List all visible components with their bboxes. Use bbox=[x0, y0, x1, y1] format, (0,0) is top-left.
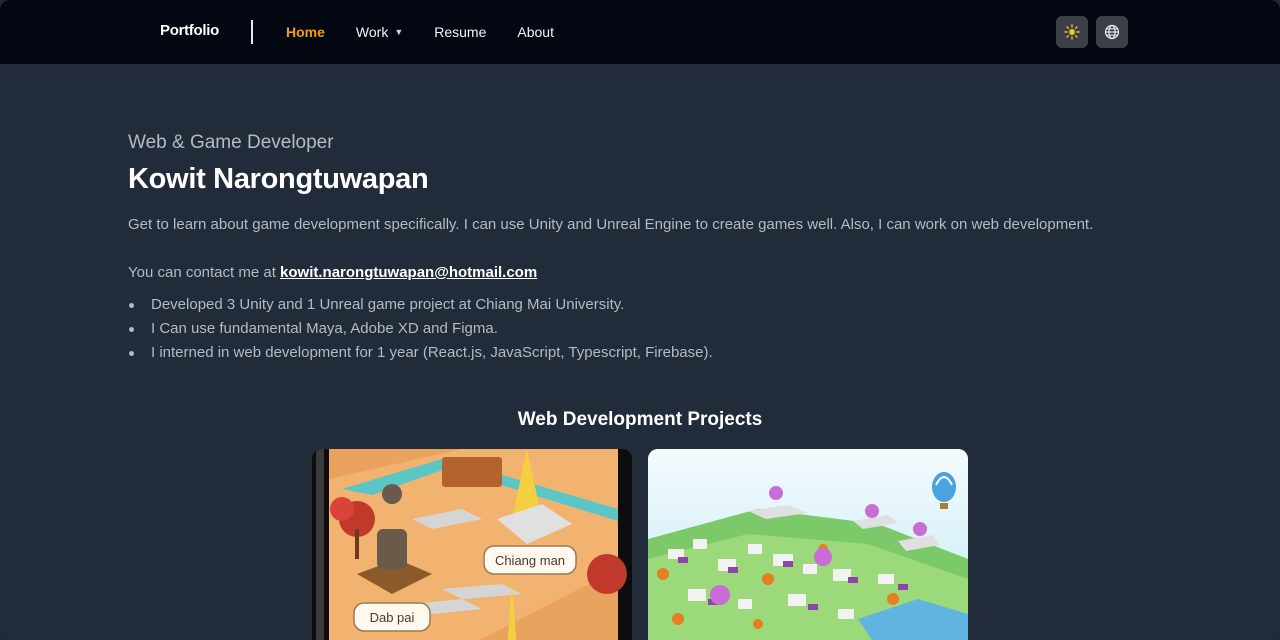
list-item: I Can use fundamental Maya, Adobe XD and… bbox=[128, 320, 713, 344]
project-thumbnail-1: Chiang man Dab pai bbox=[312, 449, 632, 640]
projects-title: Web Development Projects bbox=[517, 409, 763, 430]
nav-links: Home Work ▼ Resume About bbox=[286, 24, 585, 40]
top-nav: Portfolio Home Work ▼ Resume About bbox=[0, 0, 1280, 64]
project-card-2[interactable] bbox=[648, 449, 968, 640]
contact-prefix: You can contact me at bbox=[128, 264, 281, 281]
project-card-1[interactable]: Chiang man Dab pai bbox=[312, 449, 632, 640]
globe-icon bbox=[1104, 24, 1120, 40]
list-item: I interned in web development for 1 year… bbox=[128, 344, 713, 368]
nav-divider bbox=[251, 20, 253, 44]
language-button[interactable] bbox=[1096, 16, 1128, 48]
project-thumbnail-2 bbox=[648, 449, 968, 640]
hero-description: Get to learn about game development spec… bbox=[128, 216, 1094, 233]
nav-link-home[interactable]: Home bbox=[286, 24, 325, 40]
email-link[interactable]: kowit.narongtuwapan@hotmail.com bbox=[280, 264, 537, 281]
theme-toggle-button[interactable] bbox=[1056, 16, 1088, 48]
map-label-chiang-man: Chiang man bbox=[495, 553, 565, 568]
list-item: Developed 3 Unity and 1 Unreal game proj… bbox=[128, 296, 713, 320]
nav-link-resume[interactable]: Resume bbox=[434, 24, 486, 40]
nav-link-label: Resume bbox=[434, 24, 487, 40]
sun-icon bbox=[1064, 24, 1080, 40]
nav-link-label: About bbox=[517, 24, 554, 40]
nav-link-about[interactable]: About bbox=[517, 24, 554, 40]
nav-link-label: Home bbox=[286, 24, 325, 40]
brand-logo[interactable]: Portfolio bbox=[160, 22, 219, 39]
map-label-dab-pai: Dab pai bbox=[370, 610, 415, 625]
contact-line: You can contact me at kowit.narongtuwapa… bbox=[128, 264, 537, 281]
chevron-down-icon: ▼ bbox=[394, 27, 404, 37]
page: Portfolio Home Work ▼ Resume About Web &… bbox=[0, 0, 1280, 640]
skills-list: Developed 3 Unity and 1 Unreal game proj… bbox=[128, 296, 713, 368]
nav-link-label: Work bbox=[355, 24, 389, 40]
hero-name: Kowit Narongtuwapan bbox=[128, 163, 429, 195]
hero-subtitle: Web & Game Developer bbox=[128, 132, 334, 153]
nav-link-work[interactable]: Work ▼ bbox=[356, 24, 403, 40]
